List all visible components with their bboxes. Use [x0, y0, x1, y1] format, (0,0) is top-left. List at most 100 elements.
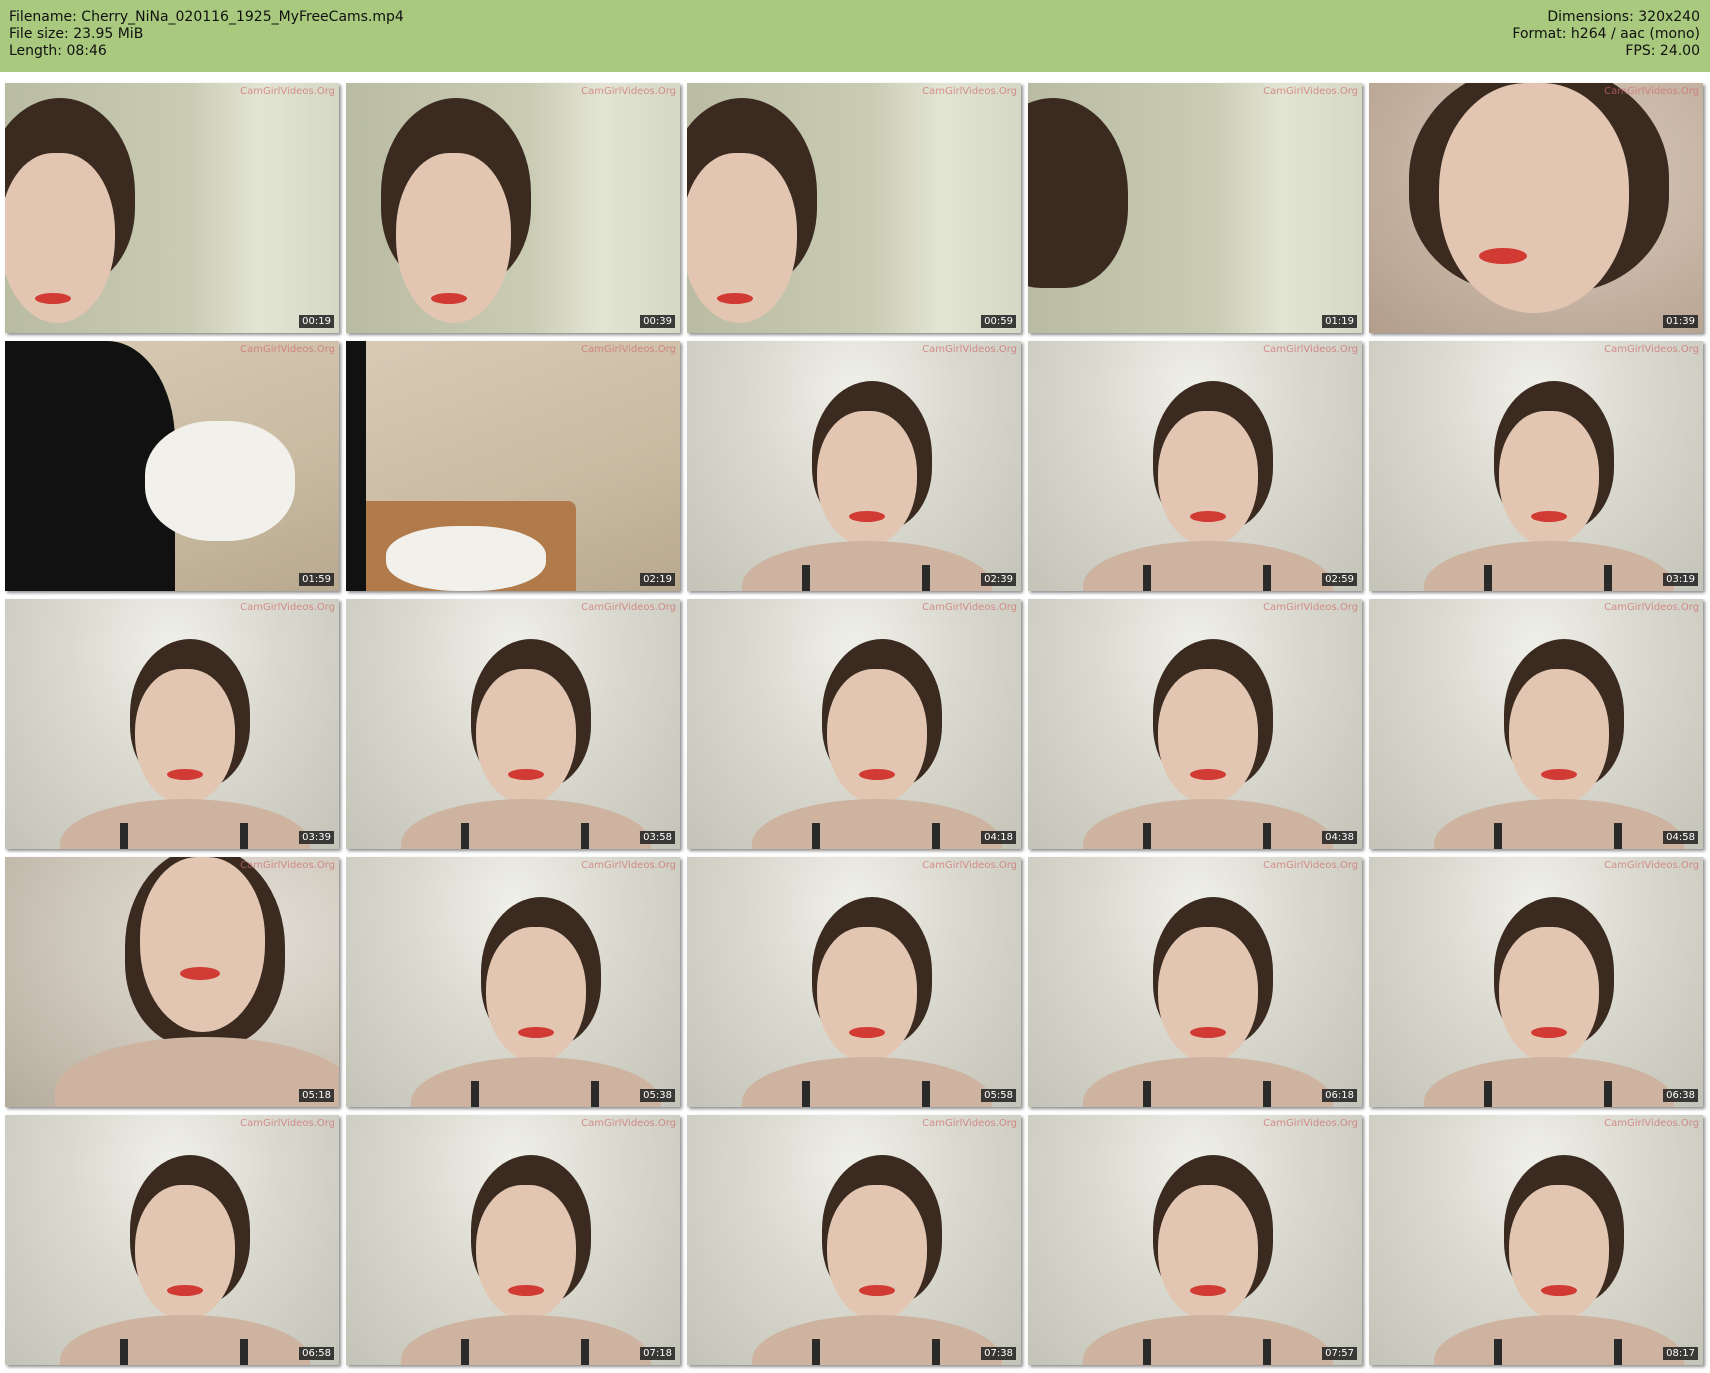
- lips-shape: [849, 511, 885, 522]
- lips-shape: [508, 1285, 544, 1296]
- watermark-text: CamGirlVideos.Org: [581, 1118, 676, 1129]
- top-strap: [802, 1081, 810, 1107]
- thumbnail-frame: CamGirlVideos.Org 05:18: [5, 857, 339, 1107]
- timestamp-label: 03:19: [1663, 573, 1698, 586]
- timestamp-label: 02:59: [1322, 573, 1357, 586]
- top-strap: [1143, 823, 1151, 849]
- shoulders-shape: [401, 799, 651, 849]
- timestamp-label: 08:17: [1663, 1347, 1698, 1360]
- shoulders-shape: [1424, 1057, 1674, 1107]
- timestamp-label: 05:58: [981, 1089, 1016, 1102]
- face-shape: [1509, 1185, 1609, 1320]
- timestamp-label: 06:58: [299, 1347, 334, 1360]
- lips-shape: [717, 293, 753, 304]
- thumbnail-frame: CamGirlVideos.Org 05:58: [687, 857, 1021, 1107]
- timestamp-label: 03:39: [299, 831, 334, 844]
- lips-shape: [1541, 769, 1577, 780]
- face-shape: [1499, 411, 1599, 546]
- timestamp-label: 02:39: [981, 573, 1016, 586]
- top-strap: [1614, 1339, 1622, 1365]
- thumbnail-frame: CamGirlVideos.Org 02:39: [687, 341, 1021, 591]
- face-shape: [135, 669, 235, 804]
- top-strap: [1494, 1339, 1502, 1365]
- timestamp-label: 07:38: [981, 1347, 1016, 1360]
- watermark-text: CamGirlVideos.Org: [1604, 86, 1699, 97]
- timestamp-label: 04:38: [1322, 831, 1357, 844]
- file-info-right: Dimensions: 320x240 Format: h264 / aac (…: [1512, 9, 1700, 60]
- watermark-text: CamGirlVideos.Org: [581, 86, 676, 97]
- face-shape: [476, 669, 576, 804]
- watermark-text: CamGirlVideos.Org: [1604, 860, 1699, 871]
- top-strap: [1614, 823, 1622, 849]
- top-strap: [581, 823, 589, 849]
- lips-shape: [1190, 769, 1226, 780]
- lips-shape: [167, 769, 203, 780]
- face-shape: [1158, 669, 1258, 804]
- timestamp-label: 03:58: [640, 831, 675, 844]
- lips-shape: [1190, 1285, 1226, 1296]
- lips-shape: [1190, 1027, 1226, 1038]
- shoulders-shape: [411, 1057, 661, 1107]
- watermark-text: CamGirlVideos.Org: [240, 602, 335, 613]
- fps-text: FPS: 24.00: [1625, 43, 1700, 59]
- info-header: Filename: Cherry_NiNa_020116_1925_MyFree…: [0, 0, 1710, 72]
- top-strap: [120, 823, 128, 849]
- timestamp-label: 04:58: [1663, 831, 1698, 844]
- timestamp-label: 07:57: [1322, 1347, 1357, 1360]
- top-strap: [471, 1081, 479, 1107]
- dimensions-text: Dimensions: 320x240: [1547, 9, 1700, 25]
- length-text: Length: 08:46: [9, 43, 107, 59]
- top-strap: [1484, 1081, 1492, 1107]
- dark-object: [346, 341, 366, 591]
- thumbnail-frame: CamGirlVideos.Org 01:19: [1028, 83, 1362, 333]
- thumbnail-frame: CamGirlVideos.Org 03:58: [346, 599, 680, 849]
- timestamp-label: 01:19: [1322, 315, 1357, 328]
- top-strap: [1604, 1081, 1612, 1107]
- watermark-text: CamGirlVideos.Org: [922, 1118, 1017, 1129]
- watermark-text: CamGirlVideos.Org: [922, 344, 1017, 355]
- thumbnail-frame: CamGirlVideos.Org 00:59: [687, 83, 1021, 333]
- shoulders-shape: [752, 799, 1002, 849]
- watermark-text: CamGirlVideos.Org: [1604, 1118, 1699, 1129]
- lips-shape: [431, 293, 467, 304]
- thumbnail-frame: CamGirlVideos.Org 05:38: [346, 857, 680, 1107]
- watermark-text: CamGirlVideos.Org: [1263, 860, 1358, 871]
- face-shape: [1439, 83, 1629, 313]
- top-strap: [1484, 565, 1492, 591]
- shoulders-shape: [752, 1315, 1002, 1365]
- watermark-text: CamGirlVideos.Org: [581, 860, 676, 871]
- shoulders-shape: [1424, 541, 1674, 591]
- face-shape: [827, 669, 927, 804]
- shoulders-shape: [401, 1315, 651, 1365]
- lips-shape: [167, 1285, 203, 1296]
- pillow-shape: [386, 526, 546, 591]
- lips-shape: [849, 1027, 885, 1038]
- top-strap: [1263, 823, 1271, 849]
- top-strap: [1143, 1081, 1151, 1107]
- face-shape: [476, 1185, 576, 1320]
- lips-shape: [508, 769, 544, 780]
- lips-shape: [518, 1027, 554, 1038]
- timestamp-label: 05:18: [299, 1089, 334, 1102]
- thumbnail-frame: CamGirlVideos.Org 06:38: [1369, 857, 1703, 1107]
- lips-shape: [180, 967, 220, 980]
- thumbnail-frame: CamGirlVideos.Org 01:59: [5, 341, 339, 591]
- shoulders-shape: [742, 1057, 992, 1107]
- thumbnail-frame: CamGirlVideos.Org 06:58: [5, 1115, 339, 1365]
- thumbnail-frame: CamGirlVideos.Org 00:39: [346, 83, 680, 333]
- lips-shape: [35, 293, 71, 304]
- thumbnail-frame: CamGirlVideos.Org 02:19: [346, 341, 680, 591]
- thumbnail-frame: CamGirlVideos.Org 01:39: [1369, 83, 1703, 333]
- shoulders-shape: [60, 799, 310, 849]
- top-strap: [461, 1339, 469, 1365]
- filename-text: Filename: Cherry_NiNa_020116_1925_MyFree…: [9, 9, 404, 25]
- watermark-text: CamGirlVideos.Org: [1263, 344, 1358, 355]
- lips-shape: [1531, 511, 1567, 522]
- top-strap: [1263, 1339, 1271, 1365]
- watermark-text: CamGirlVideos.Org: [1604, 602, 1699, 613]
- face-shape: [817, 927, 917, 1062]
- watermark-text: CamGirlVideos.Org: [1263, 602, 1358, 613]
- top-strap: [240, 823, 248, 849]
- lips-shape: [859, 1285, 895, 1296]
- top-strap: [932, 823, 940, 849]
